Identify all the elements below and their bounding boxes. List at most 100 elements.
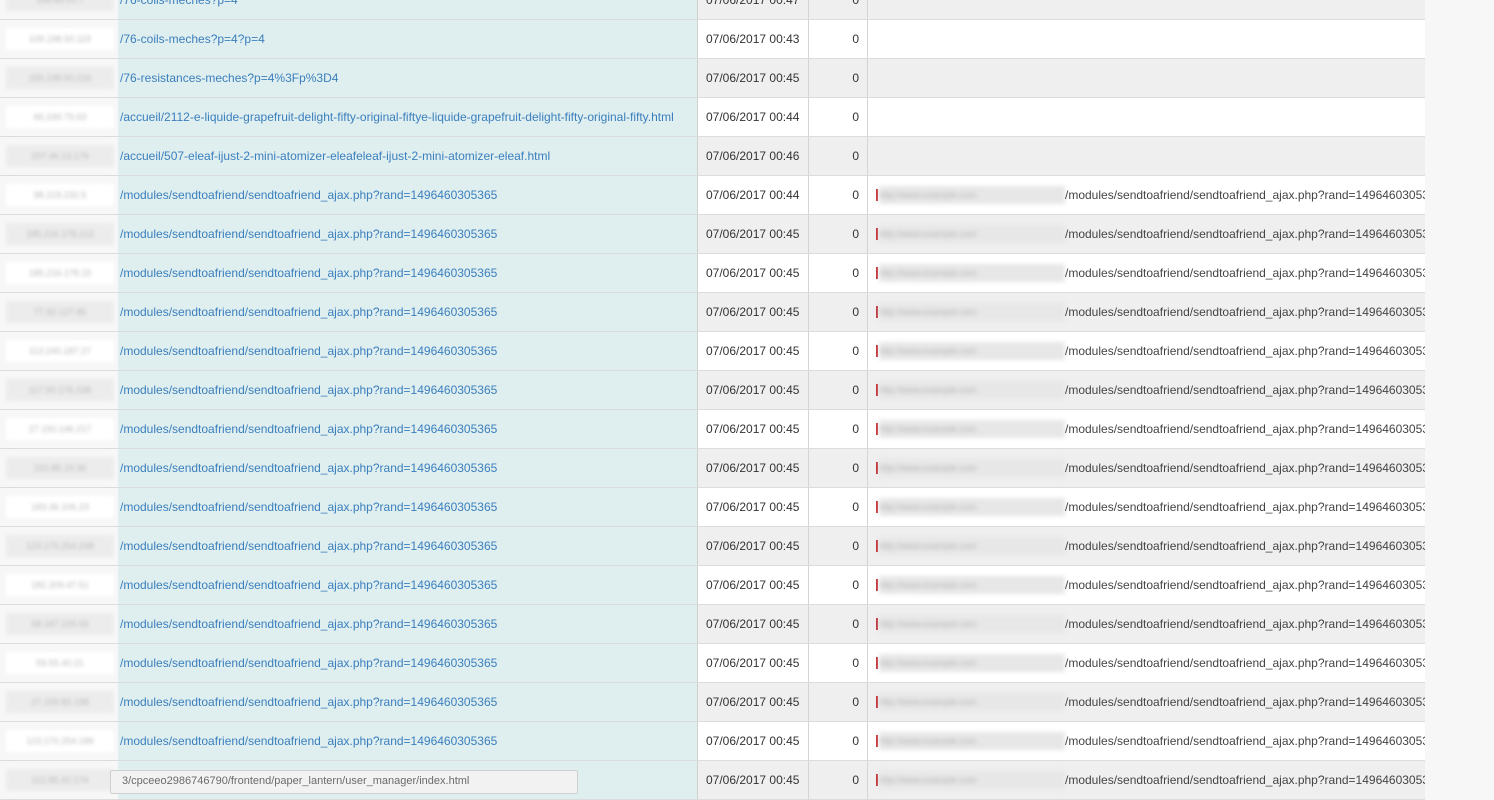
table-row: 182.209.47.51 /modules/sendtoafriend/sen… (0, 566, 1425, 605)
referrer-marker (876, 735, 878, 747)
referrer-path[interactable]: /modules/sendtoafriend/sendtoafriend_aja… (1065, 332, 1425, 370)
referrer-path[interactable]: /modules/sendtoafriend/sendtoafriend_aja… (1065, 644, 1425, 682)
url-link[interactable]: /modules/sendtoafriend/sendtoafriend_aja… (118, 527, 698, 565)
url-link[interactable]: /modules/sendtoafriend/sendtoafriend_aja… (118, 644, 698, 682)
referrer-path[interactable]: /modules/sendtoafriend/sendtoafriend_aja… (1065, 215, 1425, 253)
referrer-path[interactable]: /modules/sendtoafriend/sendtoafriend_aja… (1065, 410, 1425, 448)
date-cell: 07/06/2017 00:47 (698, 0, 809, 19)
referrer-cell: http://www.example.com/modules/sendtoafr… (868, 332, 1425, 370)
referrer-path[interactable]: /modules/sendtoafriend/sendtoafriend_aja… (1065, 176, 1425, 214)
referrer-marker (876, 384, 878, 396)
ip-address: 182.209.47.51 (6, 574, 114, 596)
url-link[interactable]: /modules/sendtoafriend/sendtoafriend_aja… (118, 722, 698, 760)
url-link[interactable]: /modules/sendtoafriend/sendtoafriend_aja… (118, 410, 698, 448)
date-cell: 07/06/2017 00:45 (698, 332, 809, 370)
url-link[interactable]: /modules/sendtoafriend/sendtoafriend_aja… (118, 371, 698, 409)
referrer-host-redacted: http://www.example.com (879, 420, 1065, 438)
referrer-cell: http://www.example.com/modules/sendtoafr… (868, 410, 1425, 448)
url-link[interactable]: /76-resistances-meches?p=4%3Fp%3D4 (118, 59, 698, 97)
count-cell: 0 (809, 449, 868, 487)
url-link[interactable]: /accueil/507-eleaf-ijust-2-mini-atomizer… (118, 137, 698, 175)
referrer-cell: http://www.example.com/modules/sendtoafr… (868, 566, 1425, 604)
ip-cell: 185.216.178.212 (0, 215, 118, 253)
count-cell: 0 (809, 137, 868, 175)
ip-address: 112.85.42.174 (6, 769, 114, 791)
referrer-cell: http://www.example.com/modules/sendtoafr… (868, 176, 1425, 214)
referrer-cell: http://www.example.com/modules/sendtoafr… (868, 488, 1425, 526)
date-cell: 07/06/2017 00:45 (698, 683, 809, 721)
date-cell: 07/06/2017 00:45 (698, 293, 809, 331)
referrer-marker (876, 774, 878, 786)
referrer-host-redacted: http://www.example.com (879, 576, 1065, 594)
referrer-host-redacted: http://www.example.com (879, 303, 1065, 321)
referrer-cell (868, 59, 1425, 97)
url-link[interactable]: /modules/sendtoafriend/sendtoafriend_aja… (118, 566, 698, 604)
url-link[interactable]: /modules/sendtoafriend/sendtoafriend_aja… (118, 293, 698, 331)
table-row: 188.89.91.7 /76-coils-meches?p=4 07/06/2… (0, 0, 1425, 20)
referrer-marker (876, 618, 878, 630)
referrer-path[interactable]: /modules/sendtoafriend/sendtoafriend_aja… (1065, 293, 1425, 331)
referrer-path[interactable]: /modules/sendtoafriend/sendtoafriend_aja… (1065, 488, 1425, 526)
date-cell: 07/06/2017 00:45 (698, 761, 809, 799)
count-cell: 0 (809, 293, 868, 331)
referrer-path[interactable]: /modules/sendtoafriend/sendtoafriend_aja… (1065, 683, 1425, 721)
date-cell: 07/06/2017 00:45 (698, 527, 809, 565)
count-cell: 0 (809, 0, 868, 19)
url-link[interactable]: /modules/sendtoafriend/sendtoafriend_aja… (118, 176, 698, 214)
referrer-cell: http://www.example.com/modules/sendtoafr… (868, 605, 1425, 643)
table-row: 113.240.187.27 /modules/sendtoafriend/se… (0, 332, 1425, 371)
ip-address: 123.170.254.248 (6, 535, 114, 557)
ip-address: 117.50.176.238 (6, 379, 114, 401)
date-cell: 07/06/2017 00:45 (698, 449, 809, 487)
referrer-path[interactable]: /modules/sendtoafriend/sendtoafriend_aja… (1065, 449, 1425, 487)
ip-cell: 222.85.19.36 (0, 449, 118, 487)
count-cell: 0 (809, 761, 868, 799)
table-row: 123.170.254.248 /modules/sendtoafriend/s… (0, 527, 1425, 566)
referrer-host-redacted: http://www.example.com (879, 732, 1065, 750)
table-row: 222.85.19.36 /modules/sendtoafriend/send… (0, 449, 1425, 488)
referrer-path[interactable]: /modules/sendtoafriend/sendtoafriend_aja… (1065, 371, 1425, 409)
date-cell: 07/06/2017 00:46 (698, 137, 809, 175)
count-cell: 0 (809, 59, 868, 97)
referrer-path[interactable]: /modules/sendtoafriend/sendtoafriend_aja… (1065, 761, 1425, 799)
ip-address: 66.249.79.63 (6, 106, 114, 128)
referrer-host-redacted: http://www.example.com (879, 342, 1065, 360)
ip-cell: 113.240.187.27 (0, 332, 118, 370)
table-row: 66.249.79.63 /accueil/2112-e-liquide-gra… (0, 98, 1425, 137)
count-cell: 0 (809, 215, 868, 253)
url-link[interactable]: /modules/sendtoafriend/sendtoafriend_aja… (118, 332, 698, 370)
url-link[interactable]: /76-coils-meches?p=4 (118, 0, 698, 19)
referrer-cell (868, 137, 1425, 175)
referrer-cell (868, 0, 1425, 19)
ip-cell: 66.249.79.63 (0, 98, 118, 136)
ip-cell: 155.198.50.216 (0, 59, 118, 97)
referrer-marker (876, 501, 878, 513)
date-cell: 07/06/2017 00:44 (698, 98, 809, 136)
referrer-path[interactable]: /modules/sendtoafriend/sendtoafriend_aja… (1065, 566, 1425, 604)
url-link[interactable]: /modules/sendtoafriend/sendtoafriend_aja… (118, 683, 698, 721)
ip-address: 207.46.13.176 (6, 145, 114, 167)
url-link[interactable]: /modules/sendtoafriend/sendtoafriend_aja… (118, 488, 698, 526)
table-row: 59.55.40.21 /modules/sendtoafriend/sendt… (0, 644, 1425, 683)
ip-cell: 27.159.82.198 (0, 683, 118, 721)
referrer-host-redacted: http://www.example.com (879, 381, 1065, 399)
referrer-host-redacted: http://www.example.com (879, 654, 1065, 672)
referrer-path[interactable]: /modules/sendtoafriend/sendtoafriend_aja… (1065, 254, 1425, 292)
count-cell: 0 (809, 566, 868, 604)
url-link[interactable]: /76-coils-meches?p=4?p=4 (118, 20, 698, 58)
referrer-marker (876, 345, 878, 357)
url-link[interactable]: /modules/sendtoafriend/sendtoafriend_aja… (118, 449, 698, 487)
referrer-path[interactable]: /modules/sendtoafriend/sendtoafriend_aja… (1065, 527, 1425, 565)
referrer-cell: http://www.example.com/modules/sendtoafr… (868, 215, 1425, 253)
referrer-path[interactable]: /modules/sendtoafriend/sendtoafriend_aja… (1065, 722, 1425, 760)
ip-address: 155.198.50.216 (6, 67, 114, 89)
referrer-path[interactable]: /modules/sendtoafriend/sendtoafriend_aja… (1065, 605, 1425, 643)
referrer-marker (876, 267, 878, 279)
referrer-cell (868, 20, 1425, 58)
url-link[interactable]: /modules/sendtoafriend/sendtoafriend_aja… (118, 605, 698, 643)
referrer-host-redacted: http://www.example.com (879, 459, 1065, 477)
ip-address: 98.219.232.5 (6, 184, 114, 206)
url-link[interactable]: /modules/sendtoafriend/sendtoafriend_aja… (118, 215, 698, 253)
url-link[interactable]: /accueil/2112-e-liquide-grapefruit-delig… (118, 98, 698, 136)
url-link[interactable]: /modules/sendtoafriend/sendtoafriend_aja… (118, 254, 698, 292)
